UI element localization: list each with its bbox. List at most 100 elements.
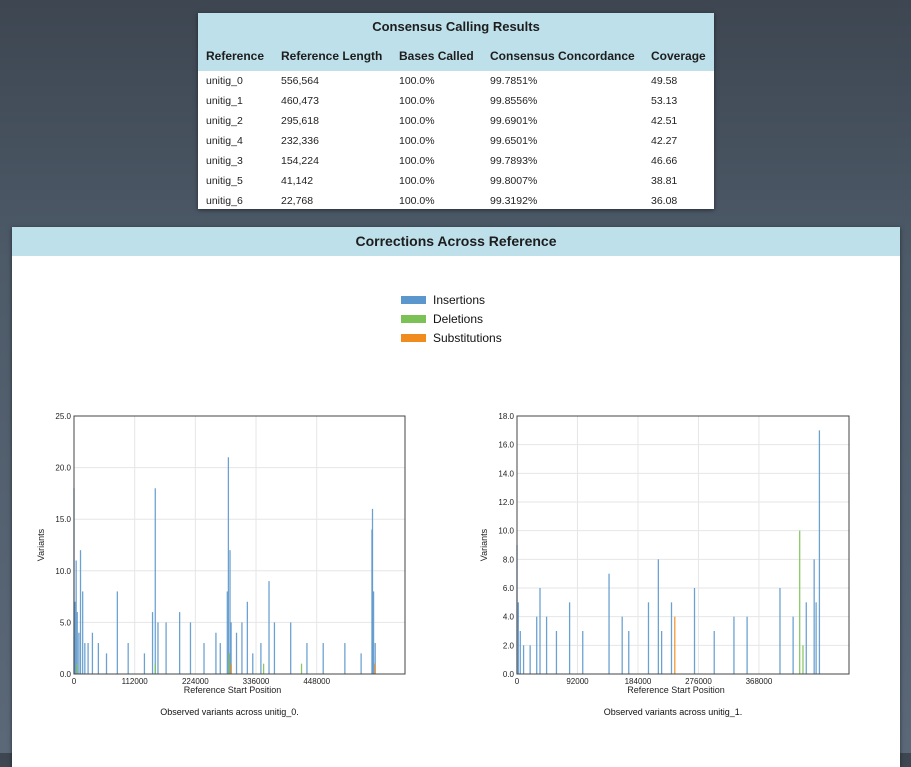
legend-label: Deletions (433, 312, 484, 326)
legend-label: Insertions (433, 293, 486, 307)
table-row: unitig_4 232,336 100.0% 99.6501% 42.27 (198, 131, 714, 151)
bar-insertions (371, 508, 374, 674)
table-cell: unitig_6 (206, 195, 243, 207)
y-tick-label: 0.0 (503, 670, 515, 679)
bar-deletions (154, 663, 156, 674)
bar-insertions (555, 631, 558, 674)
bar-substitutions (674, 616, 676, 674)
bar-insertions (75, 560, 77, 674)
table-cell: 36.08 (651, 195, 678, 207)
legend-item-substitutions: Substitutions (401, 329, 502, 348)
bar-deletions (228, 653, 230, 674)
bar-insertions (157, 622, 159, 674)
bar-insertions (165, 622, 167, 674)
bar-insertions (517, 602, 519, 674)
table-cell: 99.6501% (490, 135, 538, 147)
table-cell: 99.7851% (490, 75, 538, 87)
table-cell: 100.0% (399, 155, 435, 167)
bar-insertions (582, 631, 584, 674)
results-table: Reference Reference Length Bases Called … (198, 41, 714, 211)
table-cell: 99.7893% (490, 155, 538, 167)
bar-insertions (813, 559, 815, 674)
y-tick-label: 15.0 (55, 515, 71, 524)
y-tick-label: 18.0 (498, 412, 514, 421)
column-header: Reference Length (273, 41, 391, 71)
y-tick-label: 5.0 (60, 618, 72, 627)
y-tick-label: 2.0 (503, 641, 515, 650)
plot-area (74, 416, 405, 674)
bar-insertions (713, 631, 715, 674)
table-cell: 46.66 (651, 155, 678, 167)
table-cell: unitig_4 (206, 135, 243, 147)
bar-insertions (227, 457, 230, 674)
bar-insertions (203, 643, 205, 674)
bar-insertions (322, 643, 324, 674)
column-header: Bases Called (391, 41, 482, 71)
table-cell: 100.0% (399, 75, 435, 87)
bar-insertions (519, 631, 521, 674)
table-cell: unitig_2 (206, 115, 243, 127)
bar-insertions (539, 588, 541, 674)
bar-insertions (82, 591, 84, 674)
x-tick-label: 0 (515, 677, 520, 686)
x-tick-label: 448000 (303, 677, 330, 686)
table-cell: 38.81 (651, 175, 678, 187)
x-tick-label: 92000 (566, 677, 589, 686)
table-row: unitig_5 41,142 100.0% 99.8007% 38.81 (198, 171, 714, 191)
table-cell: 42.27 (651, 135, 678, 147)
table-cell: 556,564 (281, 75, 319, 87)
table-cell: unitig_5 (206, 175, 243, 187)
legend-swatch (401, 333, 426, 342)
bar-deletions (799, 530, 801, 674)
table-cell: 100.0% (399, 195, 435, 207)
table-cell: 53.13 (651, 95, 678, 107)
table-cell: unitig_1 (206, 95, 243, 107)
bar-insertions (290, 622, 292, 674)
bar-insertions (545, 616, 548, 674)
bar-insertions (97, 643, 100, 674)
legend-label: Substitutions (433, 331, 502, 345)
bar-insertions (219, 643, 221, 674)
y-tick-label: 6.0 (503, 584, 515, 593)
x-tick-label: 0 (72, 677, 77, 686)
bar-insertions (246, 601, 248, 674)
y-tick-label: 20.0 (55, 464, 71, 473)
bar-insertions (522, 645, 525, 674)
bar-insertions (79, 550, 82, 674)
bar-insertions (779, 588, 781, 674)
table-cell: 100.0% (399, 115, 435, 127)
table-cell: 42.51 (651, 115, 678, 127)
bar-insertions (116, 591, 118, 674)
bar-insertions (657, 559, 659, 674)
bar-insertions (151, 612, 154, 674)
y-tick-label: 14.0 (498, 469, 514, 478)
legend-swatch (401, 314, 426, 323)
results-header-row: Reference Reference Length Bases Called … (198, 41, 714, 71)
bar-insertions (252, 653, 254, 674)
bar-insertions (693, 588, 696, 674)
bar-insertions (660, 631, 663, 674)
bar-insertions (306, 643, 308, 674)
bar-insertions (154, 488, 156, 674)
chart-caption: Observed variants across unitig_0. (160, 707, 299, 717)
table-cell: 99.8556% (490, 95, 538, 107)
x-axis-label: Reference Start Position (184, 685, 282, 695)
y-axis-label: Variants (479, 528, 489, 561)
results-title: Consensus Calling Results (198, 13, 714, 41)
bar-insertions (179, 612, 181, 674)
x-tick-label: 112000 (122, 677, 149, 686)
y-tick-label: 10.0 (498, 527, 514, 536)
table-row: unitig_0 556,564 100.0% 99.7851% 49.58 (198, 71, 714, 91)
table-cell: 232,336 (281, 135, 319, 147)
x-axis-label: Reference Start Position (627, 685, 725, 695)
table-cell: 41,142 (281, 175, 314, 187)
bar-insertions (105, 653, 108, 674)
bar-insertions (746, 616, 748, 674)
bar-insertions (344, 643, 346, 674)
column-header: Reference (198, 41, 273, 71)
bar-insertions (260, 643, 262, 674)
bar-insertions (229, 550, 231, 674)
bar-insertions (818, 430, 821, 674)
table-cell: 49.58 (651, 75, 678, 87)
bar-insertions (235, 632, 238, 674)
